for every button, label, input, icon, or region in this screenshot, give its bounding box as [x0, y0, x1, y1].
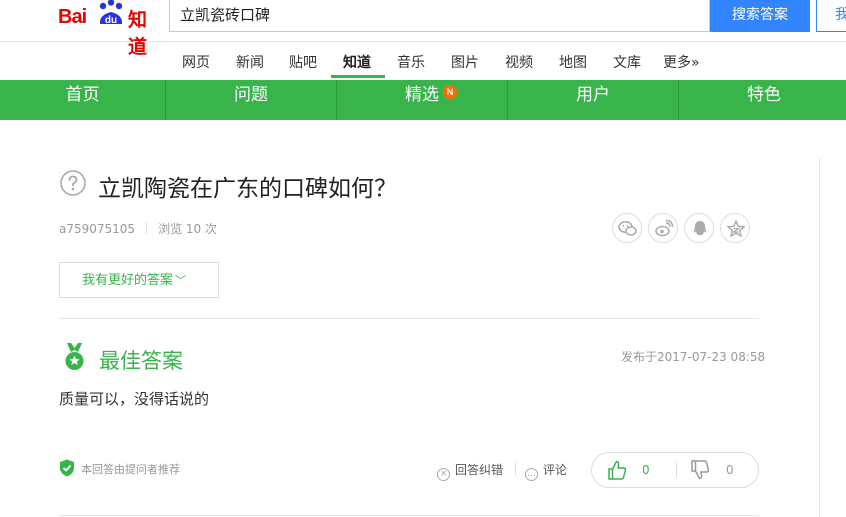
- asker-name[interactable]: a759075105: [59, 222, 135, 236]
- qzone-icon: [726, 219, 746, 238]
- qq-icon: [693, 221, 707, 235]
- qq-share-button[interactable]: [684, 213, 714, 243]
- product-tabs: 网页 新闻 贴吧 知道 音乐 图片 视频 地图 文库 更多»: [0, 43, 846, 80]
- section-divider: [59, 515, 759, 516]
- search-input[interactable]: 立凯瓷砖口碑: [169, 0, 710, 32]
- report-label: 回答纠错: [455, 463, 504, 477]
- meta-divider: [146, 222, 148, 234]
- tab-zhidao[interactable]: 知道: [343, 52, 371, 72]
- wechat-icon: [618, 221, 637, 236]
- new-badge: N: [443, 85, 457, 99]
- downvote-count: 0: [726, 463, 734, 477]
- thumbs-up-icon[interactable]: [607, 459, 627, 481]
- shield-check-icon: [60, 459, 74, 477]
- content-right-border: [819, 158, 820, 517]
- tab-tieba[interactable]: 贴吧: [289, 52, 317, 72]
- tab-news[interactable]: 新闻: [236, 52, 264, 72]
- question-mark-icon: [60, 170, 86, 196]
- nav-users[interactable]: 用户: [508, 80, 678, 120]
- question-meta: a759075105 浏览 10 次: [59, 220, 217, 237]
- search-answers-button[interactable]: 搜索答案: [710, 0, 810, 32]
- thumbs-down-icon[interactable]: [690, 459, 710, 481]
- tab-web[interactable]: 网页: [182, 52, 210, 72]
- top-search-bar: Bai du 知道 立凯瓷砖口碑 搜索答案 我要提问: [0, 0, 846, 58]
- tab-images[interactable]: 图片: [451, 52, 479, 72]
- report-icon: ×: [437, 468, 450, 481]
- best-answer-heading: 最佳答案: [99, 349, 183, 373]
- view-count: 浏览 10 次: [158, 222, 217, 236]
- nav-special[interactable]: 特色: [679, 80, 846, 120]
- nav-home[interactable]: 首页: [0, 80, 165, 120]
- baidu-zhidao-logo[interactable]: Bai du 知道: [58, 0, 162, 58]
- tab-map[interactable]: 地图: [559, 52, 587, 72]
- report-error-link[interactable]: × 回答纠错: [437, 461, 503, 481]
- wechat-share-button[interactable]: [612, 213, 642, 243]
- better-answer-label: 我有更好的答案: [82, 273, 174, 288]
- tab-video[interactable]: 视频: [505, 52, 533, 72]
- nav-featured[interactable]: 精选: [337, 80, 507, 120]
- nav-questions[interactable]: 问题: [166, 80, 336, 120]
- logo-du-text: du: [105, 15, 117, 26]
- weibo-share-button[interactable]: [648, 213, 678, 243]
- recommended-by-asker-note: 本回答由提问者推荐: [81, 463, 180, 476]
- upvote-count: 0: [642, 463, 650, 477]
- vote-divider: [676, 463, 677, 477]
- ask-question-button[interactable]: 我要提问: [816, 0, 846, 32]
- tab-music[interactable]: 音乐: [397, 52, 425, 72]
- comment-label: 评论: [543, 463, 568, 477]
- zhidao-main-nav: 首页 问题 精选 N 用户 特色: [0, 80, 846, 120]
- action-divider: [515, 463, 516, 475]
- vote-box: 0 0: [591, 452, 759, 488]
- logo-bai-text: Bai: [58, 6, 87, 28]
- comment-link[interactable]: … 评论: [525, 461, 567, 481]
- section-divider: [59, 318, 759, 319]
- question-title: 立凯陶瓷在广东的口碑如何？: [98, 176, 397, 202]
- active-tab-underline: [331, 75, 385, 78]
- answer-body: 质量可以，没得话说的: [59, 390, 210, 408]
- tab-more[interactable]: 更多»: [663, 52, 700, 72]
- baidu-paw-icon: du: [99, 0, 123, 26]
- weibo-icon: [655, 219, 674, 237]
- qzone-share-button[interactable]: [720, 213, 750, 243]
- tab-wenku[interactable]: 文库: [613, 52, 641, 72]
- comment-icon: …: [525, 468, 538, 481]
- published-time: 发布于2017-07-23 08:58: [621, 350, 766, 364]
- chevron-down-icon: ﹀: [175, 274, 187, 287]
- best-answer-medal-icon: [65, 343, 84, 370]
- better-answer-button[interactable]: 我有更好的答案 ﹀: [59, 262, 219, 298]
